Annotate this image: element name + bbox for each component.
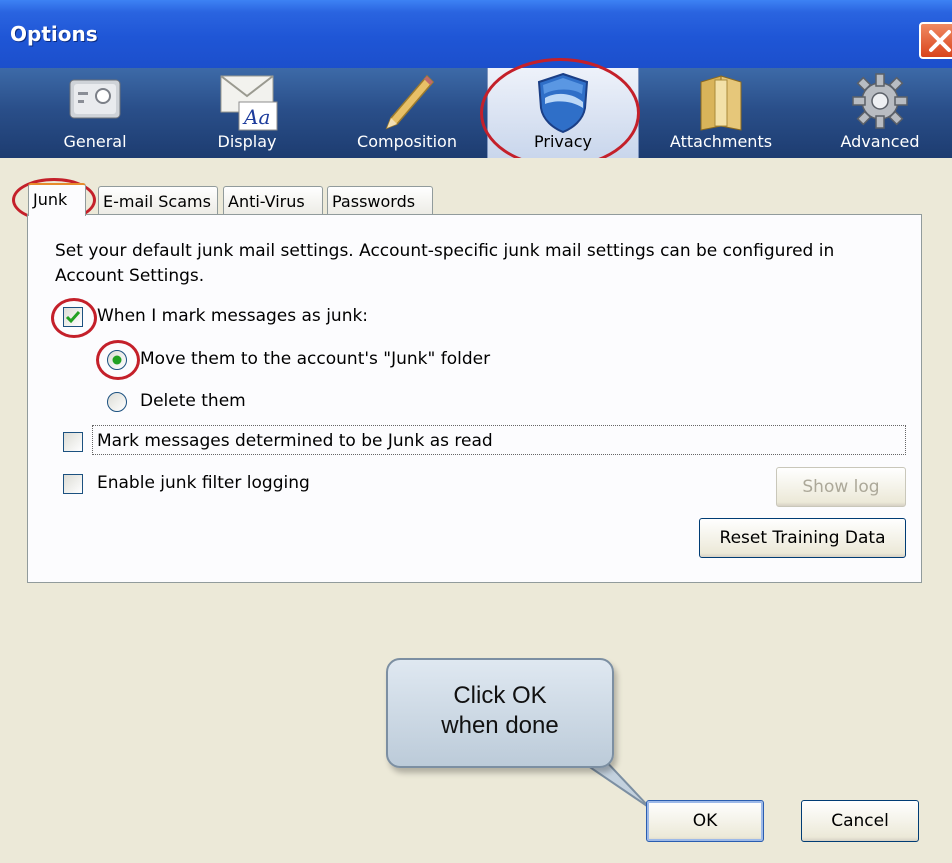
toolbar-advanced-label: Advanced	[840, 132, 920, 151]
junk-logging-checkbox[interactable]	[63, 474, 83, 494]
close-button[interactable]	[919, 22, 952, 59]
options-toolbar: General Aa Display Composition Privacy A…	[0, 68, 952, 159]
mark-read-checkbox[interactable]	[63, 432, 83, 452]
ok-button[interactable]: OK	[646, 800, 764, 842]
callout-line1: Click OK	[453, 682, 547, 709]
toolbar-display[interactable]: Aa Display	[202, 68, 292, 158]
toolbar-attachments[interactable]: Attachments	[660, 68, 782, 158]
close-icon	[929, 30, 951, 52]
radio-dot-icon	[112, 355, 122, 365]
pencil-icon	[385, 74, 435, 130]
folder-icon	[700, 75, 742, 131]
tab-anti-virus[interactable]: Anti-Virus	[223, 186, 323, 215]
toolbar-attachments-label: Attachments	[669, 132, 773, 151]
tab-junk[interactable]: Junk	[28, 183, 86, 216]
mark-junk-checkbox[interactable]	[63, 307, 83, 327]
tab-email-scams[interactable]: E-mail Scams	[98, 186, 218, 215]
intro-text-line2: Account Settings.	[55, 266, 205, 286]
move-to-junk-radio[interactable]	[107, 350, 127, 370]
checkmark-icon	[65, 311, 81, 324]
junk-logging-label: Enable junk filter logging	[97, 473, 310, 493]
mark-junk-label: When I mark messages as junk:	[97, 306, 369, 326]
svg-text:Aa: Aa	[242, 105, 270, 129]
delete-them-radio[interactable]	[107, 392, 127, 412]
tab-passwords[interactable]: Passwords	[327, 186, 433, 215]
toolbar-general-label: General	[63, 132, 127, 151]
toolbar-display-label: Display	[217, 132, 277, 151]
show-log-button[interactable]: Show log	[776, 467, 906, 507]
mark-read-label: Mark messages determined to be Junk as r…	[97, 431, 493, 451]
toolbar-composition-label: Composition	[357, 132, 457, 151]
gear-icon	[852, 73, 908, 129]
title-bar: Options	[0, 0, 952, 68]
toolbar-composition[interactable]: Composition	[346, 68, 468, 158]
delete-them-label: Delete them	[140, 391, 246, 411]
window-title: Options	[10, 22, 98, 46]
toolbar-privacy-label: Privacy	[534, 132, 592, 151]
reset-training-data-button[interactable]: Reset Training Data	[699, 518, 906, 558]
drive-icon	[69, 79, 121, 119]
move-to-junk-label: Move them to the account's "Junk" folder	[140, 349, 491, 369]
callout-bubble: Click OK when done	[386, 658, 614, 768]
toolbar-general[interactable]: General	[48, 68, 142, 158]
envelope-font-icon: Aa	[220, 75, 278, 131]
intro-text-line1: Set your default junk mail settings. Acc…	[55, 241, 835, 261]
toolbar-privacy[interactable]: Privacy	[487, 68, 639, 158]
cancel-button[interactable]: Cancel	[801, 800, 919, 842]
shield-icon	[537, 72, 589, 134]
callout-line2: when done	[441, 712, 559, 739]
toolbar-advanced[interactable]: Advanced	[830, 68, 930, 158]
